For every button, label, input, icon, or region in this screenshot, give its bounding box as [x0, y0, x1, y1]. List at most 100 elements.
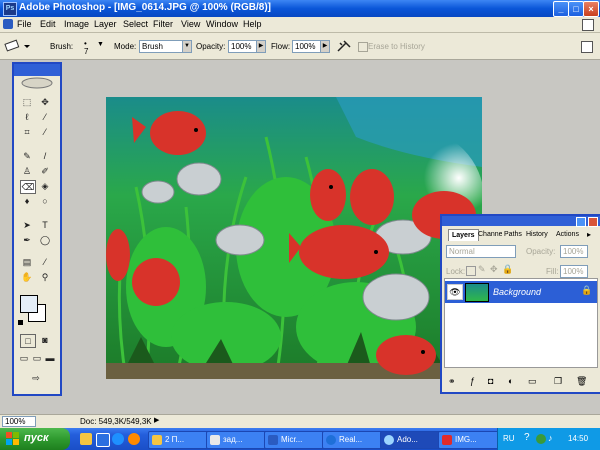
menu-select[interactable]: Select	[123, 19, 148, 29]
image-canvas[interactable]	[106, 97, 482, 379]
move-tool-icon[interactable]: ✥	[38, 96, 52, 108]
dodge-tool-icon[interactable]: ○	[38, 195, 52, 207]
brush-dropdown-icon[interactable]: ▼	[97, 41, 104, 48]
notes-tool-icon[interactable]: ▤	[20, 256, 34, 268]
flow-arrow-icon[interactable]: ▶	[320, 40, 330, 53]
eraser-tool-icon[interactable]: ⌫	[20, 180, 36, 194]
flow-field[interactable]: 100%	[292, 40, 322, 53]
link-layers-icon[interactable]: ⚭	[448, 376, 456, 387]
layer-opacity-field[interactable]: 100%	[560, 245, 588, 258]
panel-menu-icon[interactable]: ▸	[587, 230, 591, 239]
menu-help[interactable]: Help	[243, 19, 262, 29]
opacity-field[interactable]: 100%	[228, 40, 258, 53]
eraser-tool-preset-icon[interactable]	[4, 39, 30, 53]
add-mask-icon[interactable]: ◘	[488, 376, 493, 386]
document-icon[interactable]	[3, 19, 13, 29]
slice-tool-icon[interactable]: ⁄	[38, 126, 52, 138]
palette-well-icon[interactable]	[582, 19, 594, 31]
paint-bucket-icon[interactable]: ◈	[38, 180, 52, 192]
status-menu-arrow-icon[interactable]: ▶	[154, 416, 159, 424]
airbrush-icon[interactable]	[336, 39, 352, 53]
close-button[interactable]: ×	[583, 1, 599, 17]
history-brush-icon[interactable]: ✐	[38, 165, 52, 177]
task-image-label: IMG...	[455, 435, 477, 444]
shape-tool-icon[interactable]: ◯	[38, 234, 52, 246]
quicklaunch-media-icon[interactable]	[128, 433, 140, 445]
lock-transparency-icon[interactable]	[466, 266, 476, 276]
screen-mode-standard-icon[interactable]: ▭	[17, 352, 31, 364]
crop-tool-icon[interactable]: ⌗	[20, 126, 34, 138]
menu-view[interactable]: View	[181, 19, 200, 29]
panel-close-button[interactable]	[588, 217, 598, 227]
tab-layers[interactable]: Layers	[448, 229, 479, 241]
menu-image[interactable]: Image	[64, 19, 89, 29]
pen-tool-icon[interactable]: ✒	[20, 234, 34, 246]
new-layer-icon[interactable]: ❐	[554, 376, 562, 387]
new-group-icon[interactable]: ▭	[528, 376, 537, 387]
photoshop-task-icon	[384, 435, 394, 445]
language-indicator[interactable]: RU	[503, 434, 515, 443]
marquee-tool-icon[interactable]: ⬚	[20, 96, 34, 108]
palette-well-button[interactable]	[581, 41, 593, 53]
quick-mask-icon[interactable]: ◙	[38, 334, 52, 346]
tab-history[interactable]: History	[526, 229, 554, 240]
standard-mode-icon[interactable]: □	[20, 334, 36, 348]
default-colors-icon[interactable]	[18, 320, 23, 325]
layer-row-background[interactable]: 👁 Background 🔒	[445, 281, 597, 303]
clone-stamp-icon[interactable]: ♙	[20, 165, 34, 177]
brush-tool-icon[interactable]: /	[38, 150, 52, 162]
quicklaunch-ie-icon[interactable]	[112, 433, 124, 445]
path-selection-icon[interactable]: ➤	[20, 219, 34, 231]
blend-mode-select[interactable]: Normal	[446, 245, 516, 258]
blur-tool-icon[interactable]: ♦	[20, 195, 34, 207]
erase-to-history-checkbox[interactable]	[358, 42, 368, 52]
zoom-tool-icon[interactable]: ⚲	[38, 271, 52, 283]
eyedropper-icon[interactable]: ⁄	[38, 256, 52, 268]
layer-name[interactable]: Background	[493, 287, 541, 297]
healing-brush-icon[interactable]: ✎	[20, 150, 34, 162]
new-fill-layer-icon[interactable]: ◐	[508, 376, 513, 386]
menu-window[interactable]: Window	[206, 19, 238, 29]
menu-filter[interactable]: Filter	[153, 19, 173, 29]
minimize-button[interactable]: _	[553, 1, 569, 17]
window-title: Adobe Photoshop - [IMG_0614.JPG @ 100% (…	[19, 2, 272, 13]
screen-mode-full-icon[interactable]: ▬	[43, 352, 57, 364]
lock-image-icon[interactable]: ✎	[478, 264, 486, 275]
screen-mode-full-menu-icon[interactable]: ▭	[30, 352, 44, 364]
lock-all-icon[interactable]: 🔒	[502, 264, 513, 275]
tray-app-icon[interactable]	[536, 434, 546, 444]
hand-tool-icon[interactable]: ✋	[20, 271, 34, 283]
tab-channels[interactable]: Channels	[478, 229, 502, 240]
foreground-color-swatch[interactable]	[20, 295, 38, 313]
layer-visibility-eye-icon[interactable]: 👁	[447, 284, 463, 300]
jump-to-imageready-icon[interactable]: ⇨	[24, 372, 48, 384]
layer-style-icon[interactable]: ƒ	[470, 376, 475, 386]
mode-select[interactable]: Brush	[139, 40, 183, 53]
magic-wand-tool-icon[interactable]: ⁄	[38, 111, 52, 123]
layers-list: 👁 Background 🔒	[444, 278, 598, 368]
question-tray-icon[interactable]: ?	[524, 432, 530, 443]
lock-position-icon[interactable]: ✥	[490, 264, 498, 275]
panel-minimize-button[interactable]	[576, 217, 586, 227]
type-tool-icon[interactable]: T	[38, 219, 52, 231]
lasso-tool-icon[interactable]: ℓ	[20, 111, 34, 123]
zoom-field[interactable]: 100%	[2, 416, 36, 427]
quicklaunch-explorer-icon[interactable]	[80, 433, 92, 445]
mode-dropdown-icon[interactable]: ▼	[182, 40, 192, 53]
opacity-arrow-icon[interactable]: ▶	[256, 40, 266, 53]
maximize-button[interactable]: □	[568, 1, 584, 17]
opacity-label: Opacity:	[196, 42, 226, 51]
quicklaunch-desktop-icon[interactable]	[96, 433, 110, 447]
volume-icon[interactable]: ♪	[548, 433, 553, 443]
menu-layer[interactable]: Layer	[94, 19, 117, 29]
tab-paths[interactable]: Paths	[504, 229, 524, 240]
brush-size[interactable]: 7	[84, 47, 88, 56]
fill-field[interactable]: 100%	[560, 265, 588, 278]
start-button[interactable]: пуск	[0, 428, 70, 450]
toolbox-header[interactable]	[14, 64, 60, 76]
menu-file[interactable]: File	[17, 19, 32, 29]
delete-layer-icon[interactable]: 🗑	[576, 376, 587, 387]
task-word-label: Micr...	[281, 435, 303, 444]
tab-actions[interactable]: Actions	[556, 229, 584, 240]
menu-edit[interactable]: Edit	[40, 19, 56, 29]
